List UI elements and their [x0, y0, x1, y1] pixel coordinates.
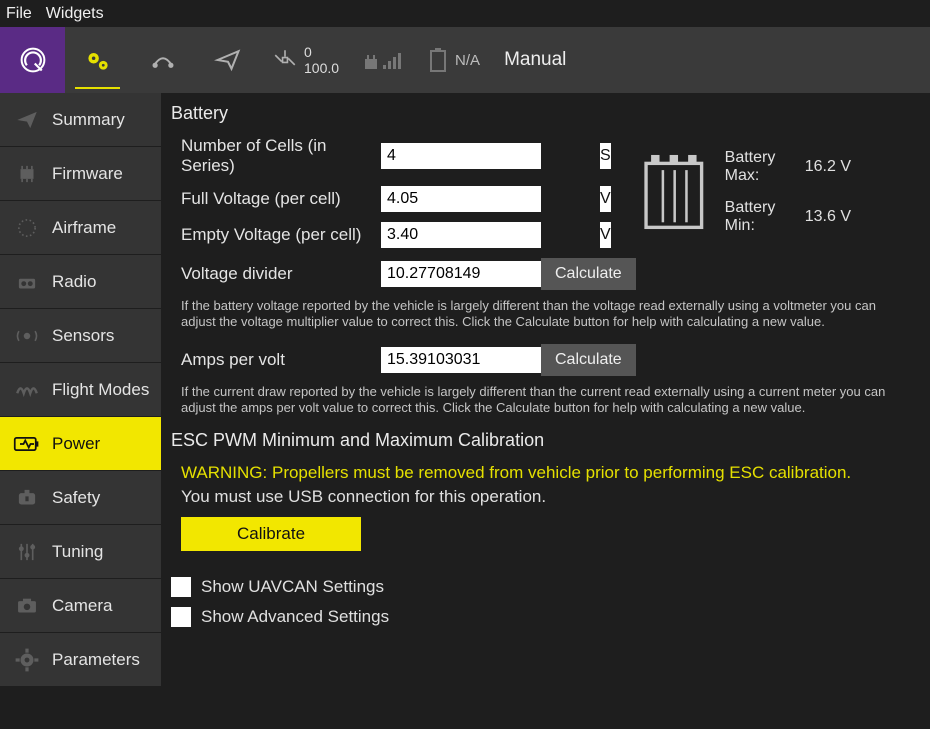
amps-per-volt-field[interactable]	[381, 347, 541, 373]
show-uavcan-checkbox[interactable]	[171, 577, 191, 597]
gears-icon	[84, 46, 112, 74]
empty-voltage-field[interactable]: V	[381, 222, 541, 248]
voltage-divider-label: Voltage divider	[181, 264, 381, 284]
cells-field[interactable]: S	[381, 143, 541, 169]
cells-input[interactable]	[381, 143, 600, 169]
batt-max-value: 16.2 V	[805, 158, 851, 176]
toolbar-settings-button[interactable]	[0, 27, 65, 93]
voltage-divider-calculate-button[interactable]: Calculate	[541, 258, 636, 290]
sidebar-item-label: Camera	[52, 596, 112, 616]
full-voltage-unit: V	[600, 186, 611, 212]
show-advanced-label: Show Advanced Settings	[201, 607, 389, 627]
sidebar-item-parameters[interactable]: Parameters	[0, 633, 161, 686]
sidebar-item-label: Tuning	[52, 542, 103, 562]
toolbar-fly-button[interactable]	[195, 27, 260, 93]
batt-max-label: Battery Max:	[725, 149, 791, 185]
sidebar-item-flightmodes[interactable]: Flight Modes	[0, 363, 161, 416]
radio-icon	[12, 267, 42, 297]
sidebar-item-label: Safety	[52, 488, 100, 508]
toolbar-rc-indicator	[351, 27, 415, 93]
top-toolbar: 0 100.0 N/A Manual	[0, 27, 930, 93]
battery-grid: Number of Cells (in Series) S Battery Ma	[171, 136, 914, 290]
esc-usb-note: You must use USB connection for this ope…	[181, 487, 914, 507]
sidebar-item-camera[interactable]: Camera	[0, 579, 161, 632]
full-voltage-label: Full Voltage (per cell)	[181, 189, 381, 209]
full-voltage-field[interactable]: V	[381, 186, 541, 212]
amps-per-volt-label: Amps per volt	[181, 350, 381, 370]
sidebar-item-label: Flight Modes	[52, 380, 149, 400]
menu-bar: File Widgets	[0, 0, 930, 27]
menu-widgets[interactable]: Widgets	[46, 5, 104, 23]
voltage-divider-field[interactable]	[381, 261, 541, 287]
flight-mode-label[interactable]: Manual	[492, 27, 578, 93]
battery-na-label: N/A	[455, 52, 480, 69]
sidebar-item-power[interactable]: Power	[0, 417, 161, 470]
sidebar-item-label: Radio	[52, 272, 96, 292]
cells-label: Number of Cells (in Series)	[181, 136, 381, 176]
batt-min-label: Battery Min:	[725, 199, 791, 235]
sidebar-item-safety[interactable]: Safety	[0, 471, 161, 524]
waypoint-icon	[149, 46, 177, 74]
batt-min-value: 13.6 V	[805, 208, 851, 226]
amps-grid: Amps per volt Calculate	[171, 344, 914, 376]
esc-warning: WARNING: Propellers must be removed from…	[181, 463, 914, 483]
rc-signal-icon	[363, 47, 403, 73]
camera-icon	[12, 591, 42, 621]
cells-unit: S	[600, 143, 611, 169]
q-logo-icon	[19, 46, 47, 74]
main-area: Summary Firmware Airframe Radio Sensors	[0, 93, 930, 729]
sidebar-item-label: Sensors	[52, 326, 114, 346]
sidebar-item-label: Power	[52, 434, 100, 454]
sidebar-item-label: Firmware	[52, 164, 123, 184]
sidebar-item-firmware[interactable]: Firmware	[0, 147, 161, 200]
menu-file[interactable]: File	[6, 5, 32, 23]
empty-voltage-label: Empty Voltage (per cell)	[181, 225, 381, 245]
battery-icon	[427, 47, 449, 73]
chip-icon	[12, 159, 42, 189]
amps-help: If the current draw reported by the vehi…	[181, 384, 901, 416]
empty-voltage-unit: V	[600, 222, 611, 248]
paper-plane-icon	[214, 46, 242, 74]
sidebar-item-radio[interactable]: Radio	[0, 255, 161, 308]
airframe-icon	[12, 213, 42, 243]
gps-hdop: 100.0	[304, 60, 339, 76]
flight-modes-icon	[12, 375, 42, 405]
toolbar-battery-indicator: N/A	[415, 27, 492, 93]
sidebar-item-label: Summary	[52, 110, 125, 130]
sensors-icon	[12, 321, 42, 351]
content-panel: Battery Number of Cells (in Series) S	[161, 93, 930, 729]
esc-calibrate-button[interactable]: Calibrate	[181, 517, 361, 551]
sidebar-item-sensors[interactable]: Sensors	[0, 309, 161, 362]
amps-calculate-button[interactable]: Calculate	[541, 344, 636, 376]
toolbar-vehicle-setup-button[interactable]	[65, 27, 130, 93]
toolbar-plan-button[interactable]	[130, 27, 195, 93]
show-advanced-checkbox[interactable]	[171, 607, 191, 627]
satellite-icon	[272, 47, 298, 73]
battery-large-icon	[641, 146, 707, 238]
voltage-divider-help: If the battery voltage reported by the v…	[181, 298, 901, 330]
power-icon	[12, 429, 42, 459]
setup-sidebar: Summary Firmware Airframe Radio Sensors	[0, 93, 161, 729]
sidebar-item-summary[interactable]: Summary	[0, 93, 161, 146]
full-voltage-input[interactable]	[381, 186, 600, 212]
show-uavcan-label: Show UAVCAN Settings	[201, 577, 384, 597]
battery-section-title: Battery	[171, 103, 914, 124]
sidebar-item-label: Airframe	[52, 218, 116, 238]
gear-icon	[12, 645, 42, 675]
gps-sat-count: 0	[304, 44, 312, 60]
sidebar-item-tuning[interactable]: Tuning	[0, 525, 161, 578]
safety-icon	[12, 483, 42, 513]
esc-section-title: ESC PWM Minimum and Maximum Calibration	[171, 430, 914, 451]
tuning-icon	[12, 537, 42, 567]
empty-voltage-input[interactable]	[381, 222, 600, 248]
paper-plane-icon	[12, 105, 42, 135]
sidebar-item-label: Parameters	[52, 650, 140, 670]
sidebar-item-airframe[interactable]: Airframe	[0, 201, 161, 254]
toolbar-gps-indicator: 0 100.0	[260, 27, 351, 93]
